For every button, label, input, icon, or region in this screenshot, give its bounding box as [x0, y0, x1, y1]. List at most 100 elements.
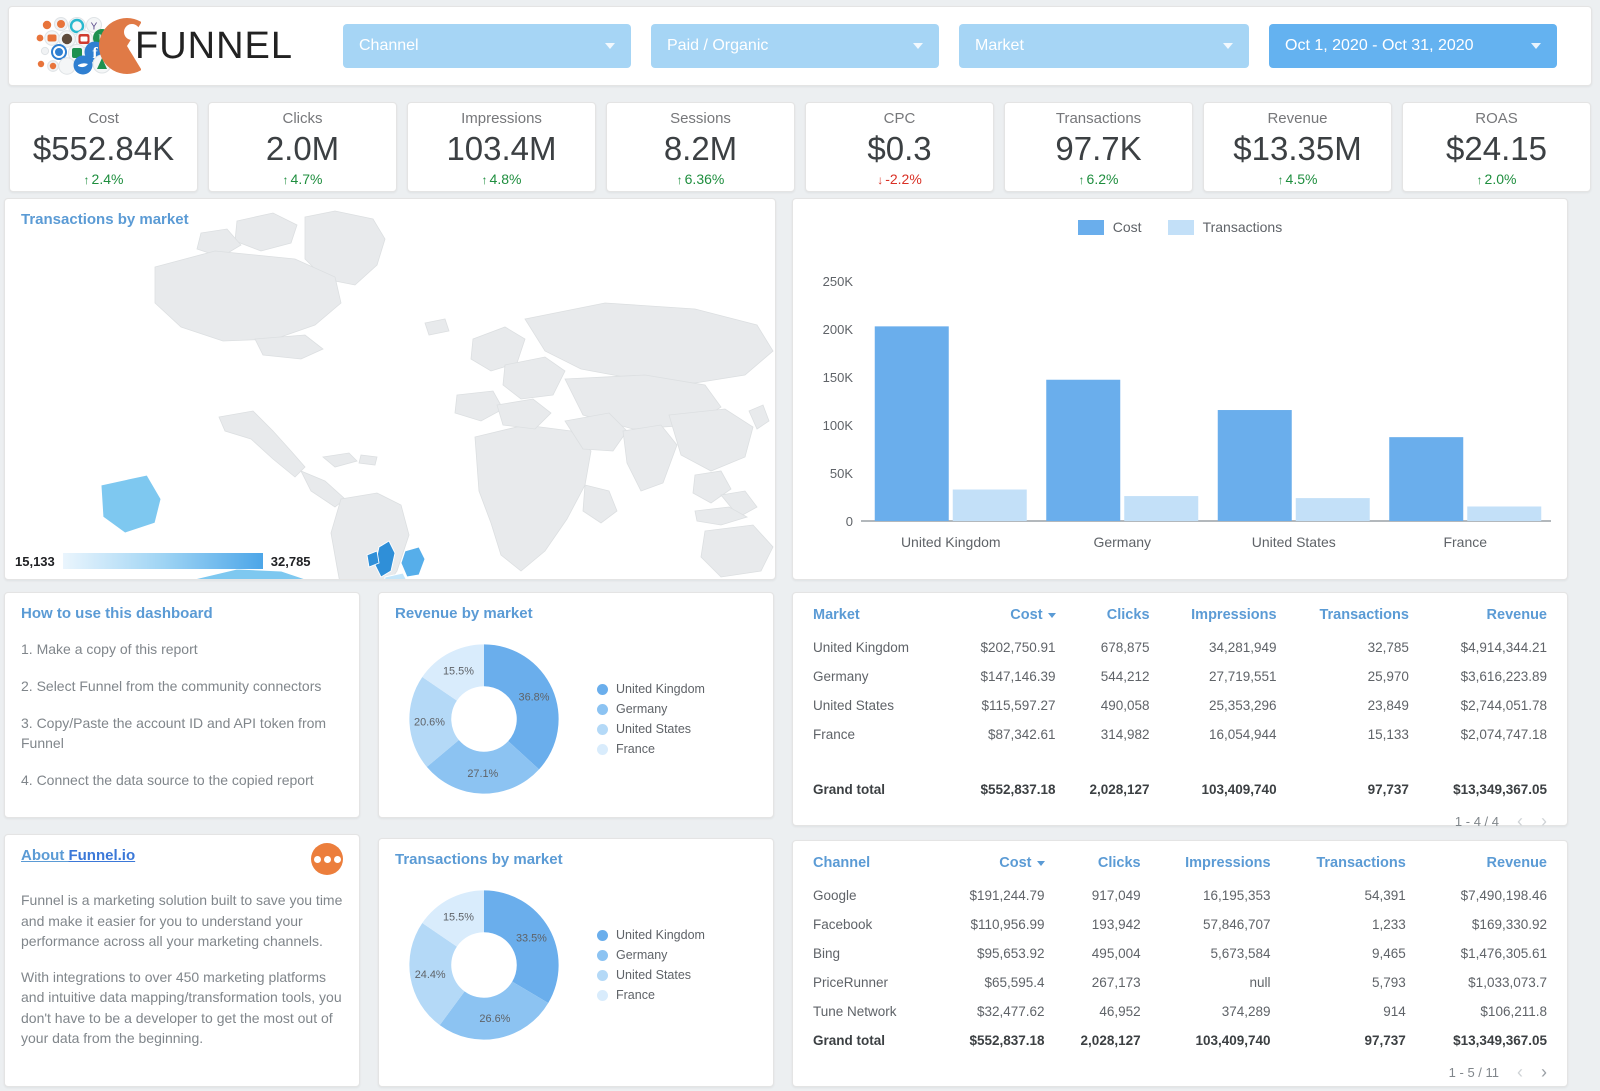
table-cell: France: [807, 720, 948, 749]
next-page-button[interactable]: ›: [1541, 1063, 1547, 1081]
map-legend-min: 15,133: [15, 554, 55, 569]
table-row[interactable]: United Kingdom$202,750.91678,87534,281,9…: [807, 633, 1553, 662]
bar-cost-france[interactable]: [1389, 437, 1463, 521]
market-table-panel: MarketCostClicksImpressionsTransactionsR…: [792, 592, 1568, 826]
table-cell: 25,353,296: [1156, 691, 1283, 720]
table-row[interactable]: Google$191,244.79917,04916,195,35354,391…: [807, 881, 1553, 910]
transactions-by-market-donut[interactable]: 33.5%26.6%24.4%15.5%: [393, 874, 575, 1056]
market-table-body: United Kingdom$202,750.91678,87534,281,9…: [807, 633, 1553, 804]
cost-transactions-bar-chart[interactable]: 050K100K150K200K250KUnited KingdomGerman…: [793, 199, 1569, 581]
donut-legend-item[interactable]: United States: [597, 722, 705, 736]
column-header-impressions[interactable]: Impressions: [1147, 851, 1277, 881]
bar-chart-ytick: 100K: [823, 418, 854, 433]
table-cell: null: [1147, 968, 1277, 997]
donut-legend-item[interactable]: United States: [597, 968, 705, 982]
bar-cost-germany[interactable]: [1046, 380, 1120, 521]
filter-market[interactable]: Market: [959, 24, 1249, 68]
kpi-scorecard-row: Cost$552.84K↑2.4%Clicks2.0M↑4.7%Impressi…: [4, 102, 1596, 192]
donut-legend-item[interactable]: France: [597, 988, 705, 1002]
kpi-value: $0.3: [867, 129, 931, 169]
prev-page-button[interactable]: ‹: [1517, 1063, 1523, 1081]
more-options-icon[interactable]: [311, 843, 343, 875]
kpi-card-roas[interactable]: ROAS$24.15↑2.0%: [1402, 102, 1591, 192]
legend-label: United States: [616, 968, 691, 982]
bar-chart-xtick: United States: [1252, 534, 1336, 550]
bar-chart-xtick: Germany: [1093, 534, 1151, 550]
column-header-revenue[interactable]: Revenue: [1415, 603, 1553, 633]
donut-legend-item[interactable]: Germany: [597, 702, 705, 716]
next-page-button[interactable]: ›: [1541, 812, 1547, 830]
donut-slice-united-kingdom[interactable]: [484, 890, 559, 1003]
donut-legend-item[interactable]: Germany: [597, 948, 705, 962]
table-cell: 914: [1277, 997, 1412, 1026]
prev-page-button[interactable]: ‹: [1517, 812, 1523, 830]
arrow-up-icon: ↑: [1278, 173, 1284, 187]
kpi-delta: ↑2.0%: [1477, 169, 1517, 190]
bar-cost-united-kingdom[interactable]: [875, 326, 949, 521]
world-choropleth-map[interactable]: [5, 199, 776, 580]
table-cell: Germany: [807, 662, 948, 691]
bar-transactions-germany[interactable]: [1124, 496, 1198, 521]
column-header-impressions[interactable]: Impressions: [1156, 603, 1283, 633]
filter-paid-organic[interactable]: Paid / Organic: [651, 24, 939, 68]
kpi-card-clicks[interactable]: Clicks2.0M↑4.7%: [208, 102, 397, 192]
table-row[interactable]: France$87,342.61314,98216,054,94415,133$…: [807, 720, 1553, 749]
table-cell: 267,173: [1051, 968, 1147, 997]
kpi-card-revenue[interactable]: Revenue$13.35M↑4.5%: [1203, 102, 1392, 192]
table-row[interactable]: Bing$95,653.92495,0045,673,5849,465$1,47…: [807, 939, 1553, 968]
market-table-pagination[interactable]: 1 - 4 / 4 ‹ ›: [793, 804, 1567, 830]
kpi-card-sessions[interactable]: Sessions8.2M↑6.36%: [606, 102, 795, 192]
legend-label: United Kingdom: [616, 928, 705, 942]
channel-table-pagination[interactable]: 1 - 5 / 11 ‹ ›: [793, 1055, 1567, 1081]
table-row[interactable]: Tune Network$32,477.6246,952374,289914$1…: [807, 997, 1553, 1026]
map-region-alaska: [101, 475, 161, 533]
app-header: Y b f: [8, 6, 1592, 86]
kpi-card-cost[interactable]: Cost$552.84K↑2.4%: [9, 102, 198, 192]
table-row[interactable]: Germany$147,146.39544,21227,719,55125,97…: [807, 662, 1553, 691]
column-header-channel[interactable]: Channel: [807, 851, 934, 881]
table-row[interactable]: United States$115,597.27490,05825,353,29…: [807, 691, 1553, 720]
about-panel: About Funnel.io Funnel is a marketing so…: [4, 834, 360, 1087]
market-table[interactable]: MarketCostClicksImpressionsTransactionsR…: [807, 603, 1553, 804]
table-row[interactable]: PriceRunner$65,595.4267,173null5,793$1,0…: [807, 968, 1553, 997]
table-cell: 46,952: [1051, 997, 1147, 1026]
column-header-market[interactable]: Market: [807, 603, 948, 633]
column-header-clicks[interactable]: Clicks: [1062, 603, 1156, 633]
table-total-cell: $13,349,367.05: [1412, 1026, 1553, 1055]
funnel-io-link[interactable]: Funnel.io: [68, 847, 135, 864]
column-header-cost[interactable]: Cost: [934, 851, 1050, 881]
kpi-card-transactions[interactable]: Transactions97.7K↑6.2%: [1004, 102, 1193, 192]
column-header-clicks[interactable]: Clicks: [1051, 851, 1147, 881]
kpi-delta: ↑2.4%: [84, 169, 124, 190]
bar-transactions-united-kingdom[interactable]: [953, 490, 1027, 521]
column-header-transactions[interactable]: Transactions: [1283, 603, 1415, 633]
donut-legend-item[interactable]: United Kingdom: [597, 682, 705, 696]
kpi-card-impressions[interactable]: Impressions103.4M↑4.8%: [407, 102, 596, 192]
bar-chart-ytick: 250K: [823, 274, 854, 289]
kpi-card-cpc[interactable]: CPC$0.3↓-2.2%: [805, 102, 994, 192]
filter-market-label: Market: [975, 37, 1223, 55]
donut-legend-item[interactable]: United Kingdom: [597, 928, 705, 942]
table-cell: $115,597.27: [948, 691, 1062, 720]
filter-channel[interactable]: Channel: [343, 24, 631, 68]
table-cell: 917,049: [1051, 881, 1147, 910]
bar-transactions-france[interactable]: [1467, 506, 1541, 521]
arrow-up-icon: ↑: [1477, 173, 1483, 187]
donut-legend-item[interactable]: France: [597, 742, 705, 756]
bar-cost-united-states[interactable]: [1218, 410, 1292, 521]
revenue-by-market-donut[interactable]: 36.8%27.1%20.6%15.5%: [393, 628, 575, 810]
column-header-revenue[interactable]: Revenue: [1412, 851, 1553, 881]
table-row[interactable]: Facebook$110,956.99193,94257,846,7071,23…: [807, 910, 1553, 939]
table-total-row: Grand total$552,837.182,028,127103,409,7…: [807, 775, 1553, 804]
column-header-transactions[interactable]: Transactions: [1277, 851, 1412, 881]
table-cell: 193,942: [1051, 910, 1147, 939]
kpi-label: Clicks: [283, 109, 323, 129]
map-region-germany: [401, 547, 425, 577]
date-range-picker[interactable]: Oct 1, 2020 - Oct 31, 2020: [1269, 24, 1557, 68]
column-header-cost[interactable]: Cost: [948, 603, 1062, 633]
kpi-delta-value: 4.8%: [490, 171, 522, 187]
channel-table[interactable]: ChannelCostClicksImpressionsTransactions…: [807, 851, 1553, 1055]
market-table-header-row: MarketCostClicksImpressionsTransactionsR…: [807, 603, 1553, 633]
bar-transactions-united-states[interactable]: [1296, 498, 1370, 521]
table-cell: $2,744,051.78: [1415, 691, 1553, 720]
